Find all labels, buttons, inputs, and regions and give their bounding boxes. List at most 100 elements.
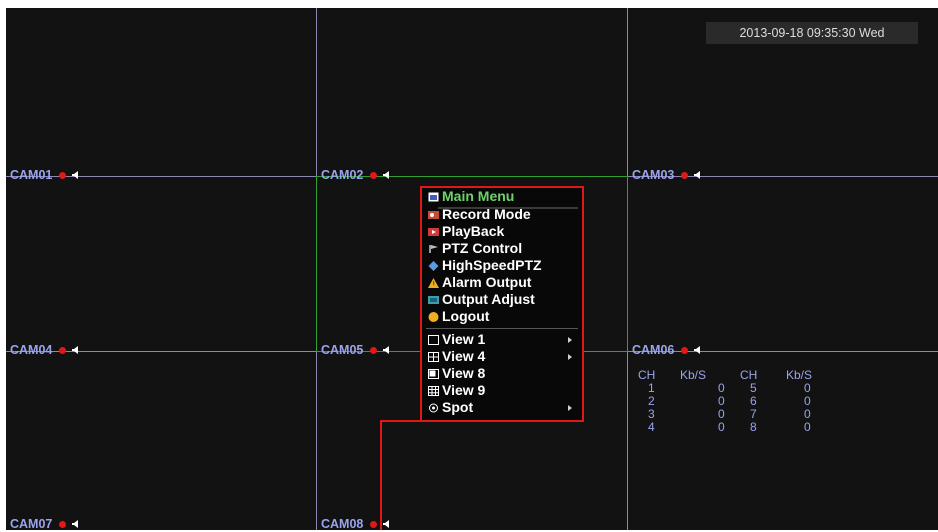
channel-cell: 3 xyxy=(648,407,655,421)
single-view-icon xyxy=(428,335,439,345)
bitrate-stats: CH Kb/S CH Kb/S 1 0 5 0 2 0 6 0 3 0 7 0 … xyxy=(638,369,826,434)
column-header: CH xyxy=(638,368,656,382)
speaker-icon xyxy=(694,346,701,354)
menu-item-label: Output Adjust xyxy=(442,291,535,307)
camera-name: CAM03 xyxy=(632,168,675,182)
camera-name: CAM07 xyxy=(10,517,53,531)
record-dot-icon xyxy=(681,347,689,354)
camera-name: CAM01 xyxy=(10,168,53,182)
menu-item-label: PTZ Control xyxy=(442,240,523,256)
bitrate-row: 4 0 8 0 xyxy=(638,421,826,434)
camera-label-cam05[interactable]: CAM05 xyxy=(321,342,390,358)
quad-view-icon xyxy=(428,352,439,362)
annotation-line xyxy=(380,420,422,422)
speaker-icon xyxy=(72,520,79,528)
menu-item-ptz-control[interactable]: PTZ Control xyxy=(428,240,522,257)
eight-view-icon xyxy=(428,369,439,379)
menu-item-label: Main Menu xyxy=(442,188,515,204)
record-dot-icon xyxy=(370,521,378,528)
record-dot-icon xyxy=(370,172,378,179)
annotation-line xyxy=(380,420,382,530)
menu-item-view-8[interactable]: View 8 xyxy=(428,365,485,382)
submenu-arrow-icon xyxy=(568,405,572,411)
camera-label-cam02[interactable]: CAM02 xyxy=(321,167,390,183)
channel-cell: 2 xyxy=(648,394,655,408)
camera-name: CAM05 xyxy=(321,343,364,357)
window-icon xyxy=(428,192,439,202)
menu-item-label: View 8 xyxy=(442,365,486,381)
channel-cell: 1 xyxy=(648,381,655,395)
channel-cell: 6 xyxy=(750,394,757,408)
menu-item-label: View 1 xyxy=(442,331,486,347)
menu-item-view-1[interactable]: View 1 xyxy=(428,331,578,348)
menu-item-label: PlayBack xyxy=(442,223,505,239)
menu-item-label: View 4 xyxy=(442,348,486,364)
camera-name: CAM06 xyxy=(632,343,675,357)
menu-item-spot[interactable]: Spot xyxy=(428,399,578,416)
speaker-icon xyxy=(383,520,390,528)
menu-item-playback[interactable]: PlayBack xyxy=(428,223,504,240)
bitrate-row: 1 0 5 0 xyxy=(638,382,826,395)
menu-item-alarm-output[interactable]: Alarm Output xyxy=(428,274,531,291)
monitor-icon xyxy=(428,296,439,304)
camera-label-cam06[interactable]: CAM06 xyxy=(632,342,701,358)
menu-item-view-9[interactable]: View 9 xyxy=(428,382,485,399)
menu-item-label: Logout xyxy=(442,308,490,324)
kbps-cell: 0 xyxy=(718,381,725,395)
submenu-arrow-icon xyxy=(568,337,572,343)
submenu-arrow-icon xyxy=(568,354,572,360)
speaker-icon xyxy=(72,171,79,179)
menu-item-record-mode[interactable]: Record Mode xyxy=(428,206,531,223)
record-icon xyxy=(428,211,439,219)
playback-icon xyxy=(428,228,439,236)
camera-label-cam04[interactable]: CAM04 xyxy=(10,342,79,358)
menu-item-label: Record Mode xyxy=(442,206,531,222)
menu-separator xyxy=(426,328,578,329)
camera-label-cam03[interactable]: CAM03 xyxy=(632,167,701,183)
speaker-icon xyxy=(383,346,390,354)
record-dot-icon xyxy=(370,347,378,354)
warning-icon xyxy=(428,278,439,288)
camera-name: CAM08 xyxy=(321,517,364,531)
menu-item-view-4[interactable]: View 4 xyxy=(428,348,578,365)
nine-view-icon xyxy=(428,386,439,396)
record-dot-icon xyxy=(59,172,67,179)
record-dot-icon xyxy=(59,521,67,528)
speaker-icon xyxy=(72,346,79,354)
record-dot-icon xyxy=(59,347,67,354)
kbps-cell: 0 xyxy=(718,420,725,434)
channel-cell: 5 xyxy=(750,381,757,395)
menu-item-label: HighSpeedPTZ xyxy=(442,257,542,273)
menu-item-label: Spot xyxy=(442,399,474,415)
menu-item-label: View 9 xyxy=(442,382,486,398)
bitrate-row: 3 0 7 0 xyxy=(638,408,826,421)
record-dot-icon xyxy=(681,172,689,179)
column-header: Kb/S xyxy=(680,368,707,382)
camera-name: CAM02 xyxy=(321,168,364,182)
menu-item-output-adjust[interactable]: Output Adjust xyxy=(428,291,535,308)
bitrate-table: CH Kb/S CH Kb/S 1 0 5 0 2 0 6 0 3 0 7 0 … xyxy=(638,369,826,434)
dvr-screen: 2013-09-18 09:35:30 Wed CAM01 CAM02 CAM0… xyxy=(6,8,938,531)
speaker-icon xyxy=(383,171,390,179)
menu-item-logout[interactable]: Logout xyxy=(428,308,489,325)
menu-item-label: Alarm Output xyxy=(442,274,532,290)
datetime-display: 2013-09-18 09:35:30 Wed xyxy=(706,22,918,44)
channel-cell: 8 xyxy=(750,420,757,434)
spot-icon xyxy=(429,403,438,413)
bitrate-row: 2 0 6 0 xyxy=(638,395,826,408)
top-strip xyxy=(0,0,938,8)
kbps-cell: 0 xyxy=(718,407,725,421)
camera-name: CAM04 xyxy=(10,343,53,357)
kbps-cell: 0 xyxy=(804,420,811,434)
menu-item-highspeed-ptz[interactable]: HighSpeedPTZ xyxy=(428,257,542,274)
smiley-icon xyxy=(428,312,439,322)
channel-cell: 7 xyxy=(750,407,757,421)
ptz-icon xyxy=(429,245,438,253)
speaker-icon xyxy=(694,171,701,179)
context-menu: Main Menu Record Mode PlayBack PTZ Contr… xyxy=(420,186,584,422)
menu-item-main-menu[interactable]: Main Menu xyxy=(428,188,514,205)
camera-label-cam01[interactable]: CAM01 xyxy=(10,167,79,183)
bitrate-header-row: CH Kb/S CH Kb/S xyxy=(638,369,826,382)
diamond-icon xyxy=(428,261,439,271)
kbps-cell: 0 xyxy=(718,394,725,408)
